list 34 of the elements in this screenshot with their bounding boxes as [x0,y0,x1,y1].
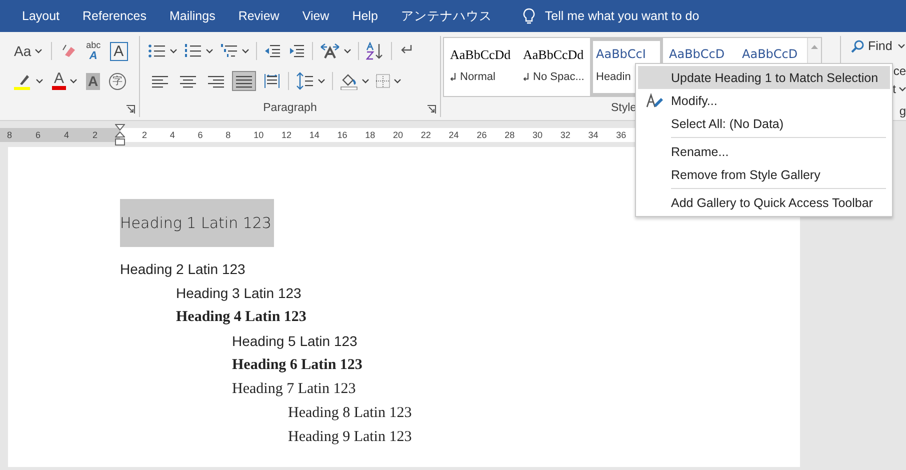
ruler-number: 6 [198,130,204,140]
heading-text: Heading 7 Latin 123 [232,380,356,399]
ruler-number: 12 [281,130,292,140]
heading-text: Heading 8 Latin 123 [288,404,412,423]
ruler-number: 14 [309,130,320,140]
heading-text: Heading 1 Latin 123 [120,199,274,247]
ruler-number: 2 [142,130,148,140]
group-label: Style [611,102,637,114]
ruler-number: 28 [504,130,516,140]
heading-text: Heading 2 Latin 123 [120,260,246,279]
ruler-number: 34 [588,130,600,140]
ruler-number: 30 [532,130,544,140]
ruler-number: 18 [365,130,376,140]
heading-text: Heading 9 Latin 123 [288,428,412,447]
ruler-number: 32 [560,130,572,140]
ruler-number: 36 [616,130,628,140]
ruler-number: 24 [448,130,460,140]
ruler-number: 8 [6,130,13,140]
group-label: g [899,104,906,118]
ruler-number: 10 [254,130,265,140]
heading-text: Heading 3 Latin 123 [176,284,302,303]
group-label: Paragraph [263,102,317,114]
ruler-number: 8 [226,130,232,140]
heading-text: Heading 6 Latin 123 [232,356,362,375]
ruler-number: 2 [91,130,98,140]
ruler-number: 16 [337,130,348,140]
ruler-number: 22 [420,130,432,140]
heading-text: Heading 4 Latin 123 [176,308,306,327]
ruler-number: 20 [393,130,404,140]
ruler-number: 26 [476,130,488,140]
heading-text: Heading 5 Latin 123 [232,332,358,351]
ruler-number: 4 [62,130,70,140]
ruler-number: 6 [34,130,42,140]
ruler-number: 4 [170,130,176,140]
